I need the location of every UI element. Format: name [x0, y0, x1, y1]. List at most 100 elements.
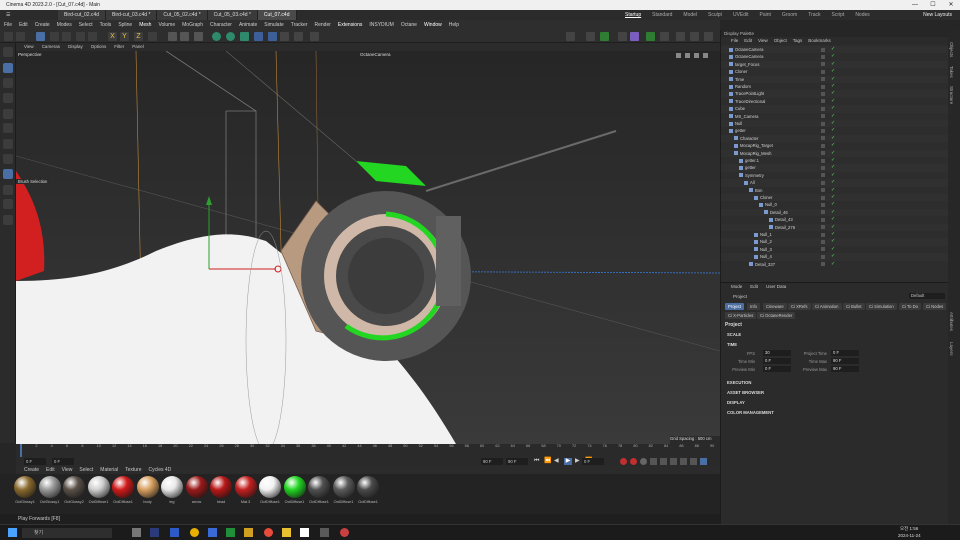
- visibility-dots-icon[interactable]: [821, 254, 825, 259]
- preset-dropdown[interactable]: Default: [909, 293, 945, 299]
- viewport-move-icon[interactable]: [676, 53, 681, 58]
- taskview-icon[interactable]: [132, 528, 141, 537]
- select-tool-icon[interactable]: [36, 32, 45, 41]
- undo-icon[interactable]: [4, 32, 13, 41]
- menu-select[interactable]: Select: [79, 20, 93, 30]
- octane-camera-icon[interactable]: [646, 32, 655, 41]
- minimize-button[interactable]: —: [906, 0, 924, 10]
- model-mode-icon[interactable]: [3, 47, 13, 57]
- chrome-alt-icon[interactable]: [264, 528, 273, 537]
- enabled-check-icon[interactable]: ✓: [831, 76, 835, 83]
- project-time-field[interactable]: 0 F: [831, 350, 859, 356]
- enabled-check-icon[interactable]: ✓: [831, 135, 835, 142]
- material-swatch[interactable]: [14, 476, 36, 498]
- section-scale[interactable]: SCALE: [727, 332, 741, 337]
- deformer-icon[interactable]: [268, 32, 277, 41]
- enabled-check-icon[interactable]: ✓: [831, 120, 835, 127]
- visibility-dots-icon[interactable]: [821, 143, 825, 148]
- attr-tab-octanerender[interactable]: Ci OctaneRender: [757, 312, 796, 319]
- attr-tab-xrefs[interactable]: Ci XRefs: [788, 303, 811, 310]
- object-row[interactable]: Detail_46 ✓: [721, 208, 949, 217]
- taskbar-search[interactable]: 찾기: [22, 528, 112, 538]
- octane-tag-icon[interactable]: [660, 32, 669, 41]
- frame-display-field[interactable]: 0 F: [582, 458, 604, 465]
- material-swatch[interactable]: [283, 476, 306, 498]
- move-tool-icon[interactable]: [50, 32, 59, 41]
- viewport-menu-display[interactable]: Display: [68, 43, 83, 51]
- object-mode-icon[interactable]: [3, 63, 13, 73]
- workplane-icon[interactable]: [566, 32, 575, 41]
- om-menu-tags[interactable]: Tags: [793, 37, 803, 45]
- object-row[interactable]: MocapRig_Mesh ✓: [721, 149, 949, 157]
- menu-spline[interactable]: Spline: [118, 20, 132, 30]
- visibility-dots-icon[interactable]: [821, 232, 825, 237]
- visibility-dots-icon[interactable]: [821, 121, 825, 126]
- attr-tab-animation[interactable]: Ci Animation: [812, 303, 842, 310]
- field-icon[interactable]: [280, 32, 289, 41]
- layout-standard[interactable]: Standard: [652, 10, 672, 20]
- render-settings-icon[interactable]: [194, 32, 203, 41]
- menu-tools[interactable]: Tools: [100, 20, 112, 30]
- layout-sculpt[interactable]: Sculpt: [708, 10, 722, 20]
- menu-modes[interactable]: Modes: [57, 20, 72, 30]
- record-icon[interactable]: [620, 458, 627, 465]
- enabled-check-icon[interactable]: ✓: [831, 201, 835, 208]
- uv-mode-icon[interactable]: [3, 154, 13, 164]
- object-row[interactable]: Cloner ✓: [721, 194, 949, 202]
- end-frame-field[interactable]: 90 F: [481, 458, 503, 465]
- floor-icon[interactable]: [294, 32, 303, 41]
- enabled-check-icon[interactable]: ✓: [831, 246, 835, 253]
- dock-tab-objects[interactable]: Objects: [949, 42, 954, 57]
- render-picture-viewer-icon[interactable]: [180, 32, 189, 41]
- layout-paint[interactable]: Paint: [760, 10, 771, 20]
- enabled-check-icon[interactable]: ✓: [831, 90, 835, 97]
- browser-icon[interactable]: [340, 528, 349, 537]
- brush-selection-label[interactable]: Brush Selection: [16, 179, 50, 184]
- object-row[interactable]: Null_0 ✓: [721, 201, 949, 208]
- layout-nodes[interactable]: Nodes: [855, 10, 869, 20]
- time-min-field[interactable]: 0 F: [763, 358, 791, 364]
- visibility-dots-icon[interactable]: [821, 106, 825, 111]
- object-row[interactable]: Bon ✓: [721, 187, 949, 194]
- attr-tab-todo[interactable]: Ci To Do: [899, 303, 921, 310]
- enabled-check-icon[interactable]: ✓: [831, 164, 835, 171]
- object-row[interactable]: Null ✓: [721, 120, 949, 128]
- points-mode-icon[interactable]: [3, 109, 13, 119]
- dock-tab-attributes[interactable]: Attributes: [949, 312, 954, 331]
- light-icon[interactable]: [310, 32, 319, 41]
- dock-tab-layers[interactable]: Layers: [949, 342, 954, 356]
- visibility-dots-icon[interactable]: [821, 91, 825, 96]
- workplane-mode-icon[interactable]: [3, 199, 13, 209]
- octane-cube-icon[interactable]: [600, 32, 609, 41]
- new-layouts-dropdown[interactable]: New Layouts: [923, 10, 952, 20]
- menu-edit[interactable]: Edit: [19, 20, 28, 30]
- object-row[interactable]: Cloner ✓: [721, 68, 949, 75]
- material-swatch[interactable]: [259, 476, 281, 498]
- visibility-dots-icon[interactable]: [821, 62, 825, 67]
- object-row[interactable]: Time ✓: [721, 75, 949, 83]
- menu-create[interactable]: Create: [35, 20, 50, 30]
- object-row[interactable]: TraceDirectional ✓: [721, 98, 949, 105]
- material-swatch[interactable]: [38, 476, 61, 498]
- visibility-dots-icon[interactable]: [821, 99, 825, 104]
- x-axis-icon[interactable]: X: [108, 32, 117, 41]
- visibility-dots-icon[interactable]: [821, 54, 825, 59]
- section-color-management[interactable]: COLOR MANAGEMENT: [727, 410, 774, 415]
- visibility-dots-icon[interactable]: [821, 136, 825, 141]
- attr-tab-cineware[interactable]: Cineware: [763, 303, 787, 310]
- object-row[interactable]: getter.1 ✓: [721, 157, 949, 164]
- playhead[interactable]: [20, 444, 22, 457]
- y-axis-icon[interactable]: Y: [120, 32, 129, 41]
- photoshop-icon[interactable]: [170, 528, 179, 537]
- octane-settings-icon[interactable]: [676, 32, 685, 41]
- maximize-button[interactable]: ☐: [924, 0, 942, 10]
- object-row[interactable]: Detail_276 ✓: [721, 223, 949, 231]
- next-frame-icon[interactable]: ▶: [575, 458, 582, 465]
- param-key-icon[interactable]: [680, 458, 687, 465]
- layout-startup[interactable]: Startup: [625, 10, 641, 20]
- section-time[interactable]: TIME: [727, 342, 737, 347]
- attr-menu-userdata[interactable]: User Data: [766, 284, 786, 289]
- enabled-check-icon[interactable]: ✓: [831, 98, 835, 105]
- enabled-check-icon[interactable]: ✓: [831, 172, 835, 179]
- material-swatch[interactable]: [136, 476, 159, 498]
